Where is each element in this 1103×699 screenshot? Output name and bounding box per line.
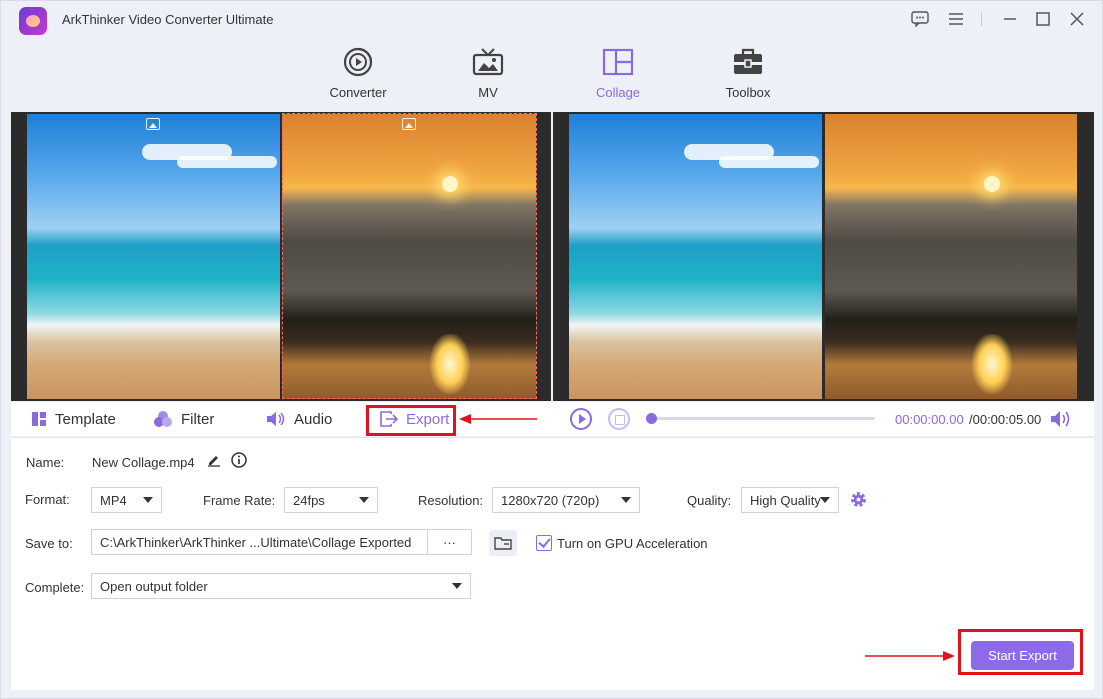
minimize-icon[interactable] (998, 8, 1022, 30)
start-export-button[interactable]: Start Export (971, 641, 1074, 670)
sun (984, 176, 1000, 192)
toolbox-icon (731, 45, 765, 79)
chevron-down-icon (621, 497, 631, 503)
saveto-path-field[interactable]: C:\ArkThinker\ArkThinker ...Ultimate\Col… (91, 529, 428, 555)
chevron-down-icon (359, 497, 369, 503)
chevron-down-icon (452, 583, 462, 589)
title-bar: ArkThinker Video Converter Ultimate (1, 1, 1102, 37)
preview-beach (569, 114, 822, 399)
app-title: ArkThinker Video Converter Ultimate (62, 12, 274, 27)
tab-audio[interactable]: Audio (266, 402, 332, 436)
resolution-label: Resolution: (418, 493, 484, 508)
tab-filter-label: Filter (181, 410, 215, 428)
info-icon[interactable] (231, 452, 247, 468)
output-preview (553, 112, 1094, 401)
progress-slider[interactable] (646, 413, 875, 424)
tab-converter-label: Converter (329, 85, 387, 100)
format-select[interactable]: MP4 (91, 487, 162, 513)
quality-select[interactable]: High Quality (741, 487, 839, 513)
tab-collage[interactable]: Collage (573, 45, 663, 100)
framerate-select[interactable]: 24fps (284, 487, 378, 513)
audio-icon (267, 412, 285, 426)
complete-value: Open output folder (100, 578, 208, 594)
selected-slot-frame (282, 113, 537, 399)
name-label: Name: (26, 455, 65, 470)
tab-converter[interactable]: Converter (313, 45, 403, 100)
time-total: /00:00:05.00 (969, 412, 1042, 427)
gpu-acceleration-checkbox[interactable] (536, 535, 552, 551)
format-label: Format: (25, 492, 70, 507)
framerate-value: 24fps (293, 492, 325, 508)
collage-icon (601, 45, 635, 79)
progress-knob[interactable] (646, 413, 657, 424)
tv-icon (471, 45, 505, 79)
playback-bar: 00:00:00.00 /00:00:05.00 (553, 402, 1094, 436)
play-button[interactable] (570, 408, 592, 430)
stop-button[interactable] (608, 408, 630, 430)
title-divider (981, 12, 982, 26)
resolution-select[interactable]: 1280x720 (720p) (492, 487, 640, 513)
tab-mv[interactable]: MV (443, 45, 533, 100)
chevron-down-icon (143, 497, 153, 503)
tab-filter[interactable]: Filter (153, 402, 214, 436)
browse-label: ··· (443, 534, 456, 550)
tab-template[interactable]: Template (31, 402, 116, 436)
edit-name-icon[interactable] (207, 453, 221, 467)
replace-image-icon[interactable] (146, 118, 160, 130)
complete-label: Complete: (25, 580, 85, 595)
time-current: 00:00:00.00 (895, 412, 964, 427)
tab-toolbox[interactable]: Toolbox (703, 45, 793, 100)
complete-select[interactable]: Open output folder (91, 573, 471, 599)
browse-button[interactable]: ··· (427, 529, 472, 555)
resolution-value: 1280x720 (720p) (501, 492, 600, 508)
format-value: MP4 (100, 492, 127, 508)
template-icon (32, 412, 46, 426)
gpu-label: Turn on GPU Acceleration (557, 536, 708, 551)
cloud (719, 156, 819, 168)
volume-icon[interactable] (1050, 409, 1072, 429)
close-icon[interactable] (1065, 8, 1089, 30)
maximize-icon[interactable] (1031, 8, 1055, 30)
feedback-icon[interactable] (908, 8, 932, 30)
tab-mv-label: MV (478, 85, 498, 100)
saveto-label: Save to: (25, 536, 73, 551)
gear-icon[interactable] (849, 490, 868, 509)
annotation-arrow-left (459, 414, 537, 424)
app-logo (19, 7, 47, 35)
sun-reflection (972, 334, 1012, 394)
open-folder-icon[interactable] (489, 530, 517, 556)
saveto-value: C:\ArkThinker\ArkThinker ...Ultimate\Col… (100, 534, 412, 550)
chevron-down-icon (820, 497, 830, 503)
cloud (177, 156, 277, 168)
menu-icon[interactable] (944, 8, 968, 30)
app-window: ArkThinker Video Converter Ultimate Conv… (0, 0, 1103, 699)
tab-collage-label: Collage (595, 85, 641, 100)
framerate-label: Frame Rate: (203, 493, 276, 508)
tab-audio-label: Audio (294, 410, 333, 428)
collage-slot-beach[interactable] (27, 114, 280, 399)
quality-label: Quality: (687, 493, 732, 508)
tab-toolbox-label: Toolbox (725, 85, 771, 100)
top-nav: Converter MV Collage Toolbox (1, 39, 1102, 109)
annotation-arrow-right (865, 651, 955, 661)
quality-value: High Quality (750, 492, 821, 508)
preview-sunset (825, 114, 1077, 399)
filter-icon (154, 411, 172, 427)
export-highlight-box (366, 405, 456, 436)
name-value: New Collage.mp4 (92, 455, 195, 470)
converter-icon (341, 45, 375, 79)
tab-template-label: Template (55, 410, 116, 428)
